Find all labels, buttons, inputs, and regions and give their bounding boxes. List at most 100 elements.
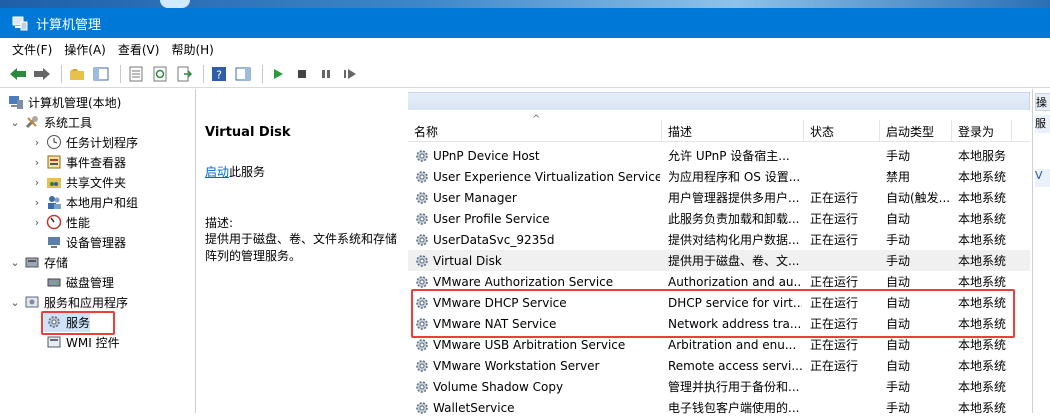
table-row[interactable]: VMware Authorization Service Authorizatio… (408, 271, 1030, 292)
expand-icon[interactable]: › (30, 176, 44, 189)
service-desc-cell: 为应用程序和 OS 设置... (668, 170, 801, 184)
table-row[interactable]: User Experience Virtualization Service 为应… (408, 166, 1030, 187)
service-name-cell: User Profile Service (414, 208, 660, 229)
table-row[interactable]: User Profile Service 此服务负责加载和卸载... 正在运行 自动 本… (408, 208, 1030, 229)
column-logon[interactable]: 登录为 (952, 120, 1012, 142)
service-desc-cell: Network address tra... (668, 316, 802, 331)
show-hide-tree-icon[interactable] (91, 64, 111, 84)
service-desc-cell: 电子钱包客户端使用的... (668, 401, 800, 415)
menu-file[interactable]: 文件(F) (6, 41, 58, 58)
start-service-icon[interactable] (268, 64, 288, 84)
column-name[interactable]: 名称 ^ (408, 114, 662, 142)
table-row[interactable]: VMware DHCP Service DHCP service for virt… (408, 292, 1030, 313)
computer-management-icon (12, 16, 28, 31)
show-action-pane-icon[interactable] (233, 64, 253, 84)
service-gear-icon (416, 275, 428, 288)
service-status-cell (810, 145, 880, 166)
table-row[interactable]: WalletService 电子钱包客户端使用的... 手动 本地系统 (408, 397, 1030, 418)
services-apps-icon (25, 296, 39, 308)
tree-item-local-users[interactable]: › 本地用户和组 (30, 192, 138, 212)
back-icon[interactable] (8, 64, 28, 84)
table-row[interactable]: VMware USB Arbitration Service Arbitratio… (408, 334, 1030, 355)
service-startup-cell: 手动 (886, 254, 911, 268)
service-gear-icon (416, 233, 428, 246)
menu-action[interactable]: 操作(A) (58, 41, 112, 58)
tree-item-disk-management[interactable]: 磁盘管理 (44, 272, 114, 292)
service-startup-cell: 手动 (886, 149, 911, 163)
service-name-cell: Virtual Disk (414, 250, 660, 271)
expand-icon[interactable]: › (30, 216, 44, 229)
services-list: 名称 ^ 描述 状态 启动类型 登录为 UPnP Device Host 允许 U… (408, 110, 1030, 415)
tree-item-services-apps[interactable]: ⌄ 服务和应用程序 (8, 292, 128, 312)
service-logon-cell: 本地系统 (958, 401, 1007, 415)
actions-selected-service[interactable]: V (1035, 169, 1050, 187)
tree-item-event-viewer[interactable]: › 事件查看器 (30, 152, 126, 172)
service-name-cell: User Experience Virtualization Service (414, 166, 660, 187)
tree-item-wmi[interactable]: WMI 控件 (44, 332, 120, 352)
collapse-icon[interactable]: ⌄ (8, 296, 22, 309)
restart-service-icon[interactable] (340, 64, 360, 84)
column-status[interactable]: 状态 (804, 120, 880, 142)
service-logon-cell: 本地系统 (958, 296, 1007, 310)
service-desc-cell: 允许 UPnP 设备宿主... (668, 149, 790, 163)
tree-item-shared-folders[interactable]: › 共享文件夹 (30, 172, 126, 192)
service-status-cell (810, 250, 880, 271)
service-status-cell (810, 166, 880, 187)
expand-icon[interactable]: › (30, 136, 44, 149)
table-row[interactable]: UPnP Device Host 允许 UPnP 设备宿主... 手动 本地服务 (408, 145, 1030, 166)
export-list-icon[interactable] (174, 64, 194, 84)
service-logon-cell: 本地系统 (958, 275, 1007, 289)
pause-service-icon[interactable] (316, 64, 336, 84)
tree-item-task-scheduler[interactable]: › 任务计划程序 (30, 132, 138, 152)
menu-help[interactable]: 帮助(H) (165, 41, 219, 58)
actions-services-header[interactable]: 服 (1035, 115, 1050, 133)
help-icon[interactable]: ? (209, 64, 229, 84)
table-row[interactable]: Volume Shadow Copy 管理并执行用于备份和... 手动 本地系统 (408, 376, 1030, 397)
table-row[interactable]: VMware NAT Service Network address tra...… (408, 313, 1030, 334)
service-gear-icon (416, 401, 428, 414)
service-status-cell (810, 376, 880, 397)
performance-icon (46, 214, 62, 230)
tree-item-system-tools[interactable]: ⌄ 系统工具 (8, 112, 92, 132)
shared-folder-icon (47, 178, 61, 188)
forward-icon[interactable] (32, 64, 52, 84)
column-startup-type[interactable]: 启动类型 (880, 120, 952, 142)
actions-header: 操 (1035, 93, 1050, 111)
table-row[interactable]: VMware Workstation Server Remote access s… (408, 355, 1030, 376)
start-service-link[interactable]: 启动 (205, 165, 229, 179)
up-folder-icon[interactable] (67, 64, 87, 84)
tree-item-device-manager[interactable]: 设备管理器 (44, 232, 126, 252)
collapse-icon[interactable]: ⌄ (8, 116, 22, 129)
tree-item-root[interactable]: 计算机管理(本地) (6, 92, 121, 112)
toolbar: ? (0, 60, 1050, 88)
collapse-icon[interactable]: ⌄ (8, 256, 22, 269)
table-row[interactable]: Virtual Disk 提供用于磁盘、卷、文... 手动 本地系统 (408, 250, 1030, 271)
service-gear-icon (416, 191, 428, 204)
properties-icon[interactable] (126, 64, 146, 84)
menu-view[interactable]: 查看(V) (112, 41, 166, 58)
table-row[interactable]: UserDataSvc_9235d 提供对结构化用户数据... 正在运行 手动 本地系统 (408, 229, 1030, 250)
service-startup-cell: 自动 (886, 212, 911, 226)
column-description[interactable]: 描述 (662, 120, 804, 142)
service-name-cell: VMware DHCP Service (414, 292, 660, 313)
expand-icon[interactable]: › (30, 156, 44, 169)
service-status-cell: 正在运行 (810, 275, 859, 289)
service-logon-cell: 本地系统 (958, 233, 1007, 247)
service-desc-cell: 此服务负责加载和卸载... (668, 212, 800, 226)
stop-service-icon[interactable] (292, 64, 312, 84)
navigation-tree: 计算机管理(本地) ⌄ 系统工具 › 任务计划程序 › 事件查看器 › 共享文件… (0, 89, 196, 413)
tree-item-performance[interactable]: › 性能 (30, 212, 90, 232)
refresh-icon[interactable] (150, 64, 170, 84)
tree-item-services[interactable]: 服务 (44, 312, 91, 332)
service-name-cell: VMware Workstation Server (414, 355, 660, 376)
tree-item-storage[interactable]: ⌄ 存储 (8, 252, 68, 272)
service-logon-cell: 本地系统 (958, 317, 1007, 331)
service-logon-cell: 本地系统 (958, 254, 1007, 268)
expand-icon[interactable]: › (30, 196, 44, 209)
window-title: 计算机管理 (36, 17, 102, 33)
service-logon-cell: 本地系统 (958, 170, 1007, 184)
storage-icon (25, 257, 39, 268)
tools-icon (25, 116, 38, 129)
service-startup-cell: 手动 (886, 380, 911, 394)
table-row[interactable]: User Manager 用户管理器提供多用户... 正在运行 自动(触发... 本地系… (408, 187, 1030, 208)
